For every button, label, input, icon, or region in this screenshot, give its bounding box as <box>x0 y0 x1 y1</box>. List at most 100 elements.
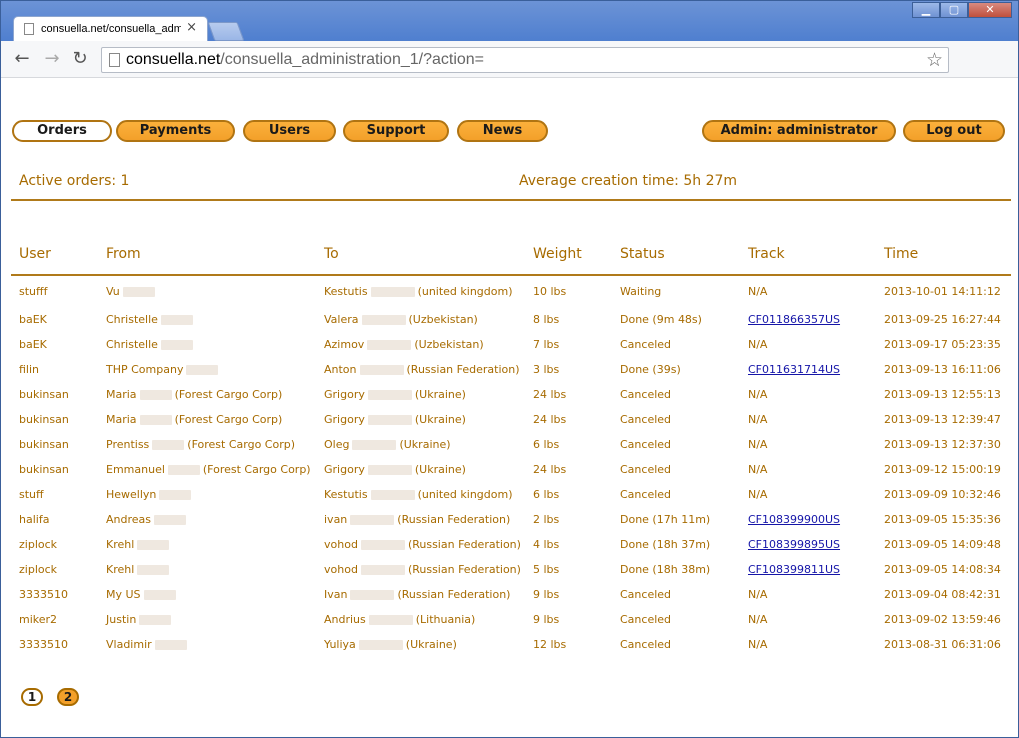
cell-user: filin <box>19 363 40 376</box>
cell-weight: 24 lbs <box>533 388 567 401</box>
logout-button[interactable]: Log out <box>903 120 1005 142</box>
page-1-button[interactable]: 1 <box>21 688 43 706</box>
cell-weight: 9 lbs <box>533 588 560 601</box>
to-country: (Uzbekistan) <box>414 338 484 351</box>
cell-to: Yuliya (Ukraine) <box>316 632 525 657</box>
nav-orders-button[interactable]: Orders <box>12 120 112 142</box>
cell-from: Vladimir <box>98 632 316 657</box>
redacted-block <box>359 365 404 375</box>
tracking-link[interactable]: CF108399895US <box>748 538 840 551</box>
redacted-block <box>137 565 170 575</box>
redacted-block <box>154 515 186 525</box>
browser-toolbar: ← → ↻ consuella.net/consuella_administra… <box>1 41 1018 106</box>
header-status[interactable]: Status <box>612 233 740 275</box>
to-name: Valera <box>324 313 359 326</box>
cell-time: 2013-09-05 15:35:36 <box>884 513 1001 526</box>
to-name: vohod <box>324 538 358 551</box>
admin-account-button[interactable]: Admin: administrator <box>702 120 896 142</box>
to-name: Azimov <box>324 338 365 351</box>
from-name: Krehl <box>106 563 135 576</box>
cell-to: Valera (Uzbekistan) <box>316 307 525 332</box>
cell-track: N/A <box>748 638 768 651</box>
cell-to: vohod (Russian Federation) <box>316 557 525 582</box>
header-user[interactable]: User <box>11 233 98 275</box>
cell-track: N/A <box>748 438 768 451</box>
nav-payments-button[interactable]: Payments <box>116 120 235 142</box>
cell-weight: 24 lbs <box>533 463 567 476</box>
tracking-link[interactable]: CF108399900US <box>748 513 840 526</box>
table-row: miker2 Justin Andrius (Lithuania) 9 lbs Cance… <box>11 607 1011 632</box>
from-name: Vu <box>106 285 120 298</box>
cell-status: Canceled <box>620 388 672 401</box>
tracking-link[interactable]: CF108399811US <box>748 563 840 576</box>
header-track[interactable]: Track <box>740 233 876 275</box>
cell-to: ivan (Russian Federation) <box>316 507 525 532</box>
new-tab-button[interactable] <box>207 22 245 41</box>
reload-icon[interactable]: ↻ <box>69 48 91 69</box>
from-name: Maria <box>106 388 137 401</box>
close-window-button[interactable]: ✕ <box>968 2 1012 18</box>
from-company: (Forest Cargo Corp) <box>174 413 283 426</box>
nav-support-button[interactable]: Support <box>343 120 449 142</box>
forward-arrow-icon[interactable]: → <box>41 48 63 69</box>
to-country: (Lithuania) <box>415 613 476 626</box>
divider <box>11 199 1011 201</box>
cell-weight: 4 lbs <box>533 538 560 551</box>
redacted-block <box>139 390 172 400</box>
close-tab-icon[interactable]: × <box>186 20 197 35</box>
minimize-button[interactable]: ▁ <box>912 2 940 18</box>
header-to[interactable]: To <box>316 233 525 275</box>
browser-tab[interactable]: consuella.net/consuella_adm × <box>13 16 208 42</box>
table-row: 3333510 Vladimir Yuliya (Ukraine) 12 lbs Canc… <box>11 632 1011 657</box>
to-name: Grigory <box>324 413 365 426</box>
cell-time: 2013-09-13 16:11:06 <box>884 363 1001 376</box>
to-name: vohod <box>324 563 358 576</box>
address-bar[interactable]: consuella.net/consuella_administration_1… <box>101 47 949 73</box>
cell-user: bukinsan <box>19 438 69 451</box>
tracking-link[interactable]: CF011866357US <box>748 313 840 326</box>
from-name: Justin <box>106 613 137 626</box>
redacted-block <box>350 515 395 525</box>
to-country: (Ukraine) <box>414 463 466 476</box>
bookmark-star-icon[interactable]: ☆ <box>926 49 943 71</box>
cell-from: Hewellyn <box>98 482 316 507</box>
to-country: (Russian Federation) <box>397 513 511 526</box>
to-name: Grigory <box>324 388 365 401</box>
page-2-button[interactable]: 2 <box>57 688 79 706</box>
to-name: Oleg <box>324 438 350 451</box>
header-time[interactable]: Time <box>876 233 1011 275</box>
cell-track: N/A <box>748 463 768 476</box>
cell-weight: 5 lbs <box>533 563 560 576</box>
table-row: ziplock Krehl vohod (Russian Federation) 5 l… <box>11 557 1011 582</box>
redacted-block <box>160 315 193 325</box>
cell-user: ziplock <box>19 538 58 551</box>
cell-from: Andreas <box>98 507 316 532</box>
cell-weight: 8 lbs <box>533 313 560 326</box>
cell-status: Done (9m 48s) <box>620 313 702 326</box>
nav-news-button[interactable]: News <box>457 120 548 142</box>
maximize-button[interactable]: ▢ <box>940 2 968 18</box>
cell-to: Grigory (Ukraine) <box>316 407 525 432</box>
redacted-block <box>186 365 219 375</box>
header-weight[interactable]: Weight <box>525 233 612 275</box>
from-name: Vladimir <box>106 638 152 651</box>
header-from[interactable]: From <box>98 233 316 275</box>
cell-status: Canceled <box>620 488 672 501</box>
redacted-block <box>159 490 192 500</box>
redacted-block <box>152 440 185 450</box>
to-country: (Russian Federation) <box>407 563 521 576</box>
cell-user: 3333510 <box>19 638 68 651</box>
cell-status: Canceled <box>620 338 672 351</box>
redacted-block <box>358 640 403 650</box>
cell-track: CF108399811US <box>740 557 876 582</box>
from-name: Emmanuel <box>106 463 165 476</box>
from-name: Christelle <box>106 313 158 326</box>
cell-user: stufff <box>19 285 48 298</box>
cell-user: halifa <box>19 513 50 526</box>
nav-users-button[interactable]: Users <box>243 120 336 142</box>
tracking-link[interactable]: CF011631714US <box>748 363 840 376</box>
cell-status: Waiting <box>620 285 662 298</box>
redacted-block <box>367 390 412 400</box>
cell-from: THP Company <box>98 357 316 382</box>
back-arrow-icon[interactable]: ← <box>11 48 33 69</box>
